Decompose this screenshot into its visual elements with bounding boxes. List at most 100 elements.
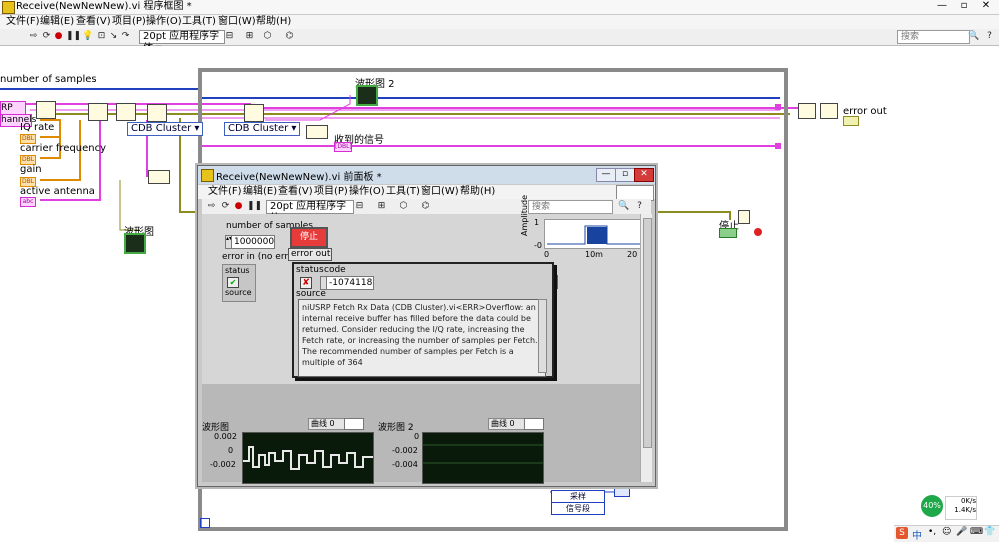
active-antenna-terminal[interactable]: abc xyxy=(20,197,36,207)
simple-error-handler-node[interactable] xyxy=(820,103,838,119)
rp-terminal[interactable]: RP xyxy=(0,101,26,115)
error-out-label-box: error out xyxy=(288,248,332,261)
front-panel-canvas[interactable]: number of samples ▴▾ 1000000 停止 error in… xyxy=(202,195,642,484)
error-in-cluster: status ✔ source xyxy=(222,264,256,302)
stop-terminal[interactable] xyxy=(719,228,737,238)
net-upload: 0K/s xyxy=(960,497,976,505)
wf2-ytick-0: 0 xyxy=(414,432,420,441)
waveform-chart-1-plot xyxy=(242,432,374,484)
amplitude-axis-label: Amplitude xyxy=(520,195,529,236)
fp-maximize-icon[interactable]: ▫ xyxy=(615,168,635,182)
cdb-cluster-2-label: CDB Cluster xyxy=(228,123,289,134)
cdb-cluster-selector-1[interactable]: CDB Cluster ▾ xyxy=(127,122,204,136)
number-of-samples-input[interactable]: 1000000 xyxy=(231,235,275,249)
shift-register-pink[interactable] xyxy=(775,104,781,110)
error-text-scrollbar[interactable] xyxy=(538,299,547,373)
received-signal-terminal[interactable]: [DBL] xyxy=(334,142,352,152)
fp-run-continuous-icon[interactable]: ⟳ xyxy=(220,201,231,212)
fp-search-input[interactable]: 搜索 xyxy=(528,200,613,214)
error-out-code-label: code xyxy=(324,265,346,275)
waveform-chart-1-legend[interactable]: 曲线 0 xyxy=(308,418,348,430)
fp-align-icon[interactable]: ⊟ xyxy=(354,201,365,212)
waveform-chart-2-plot xyxy=(422,432,544,484)
niusrp-configure-node[interactable] xyxy=(88,103,108,121)
error-out-terminal[interactable] xyxy=(843,116,859,126)
niusrp-initiate-node[interactable] xyxy=(116,103,136,121)
mic-icon[interactable]: 🎤 xyxy=(956,527,967,537)
fp-menu-tools[interactable]: 工具(T) xyxy=(386,185,420,199)
error-in-source-label: source xyxy=(225,288,252,297)
fp-menu-project[interactable]: 项目(P) xyxy=(314,185,348,199)
fp-vertical-scrollbar[interactable] xyxy=(640,214,652,482)
fp-menu-view[interactable]: 查看(V) xyxy=(278,185,313,199)
fp-scroll-thumb[interactable] xyxy=(643,218,652,448)
build-waveform-node-1[interactable] xyxy=(148,170,170,184)
loop-condition-icon[interactable] xyxy=(754,228,762,236)
error-message: niUSRP Fetch Rx Data (CDB Cluster).vi<ER… xyxy=(302,303,538,367)
top-chart-ytick-1: 1 xyxy=(534,218,540,227)
fp-distribute-icon[interactable]: ⊞ xyxy=(376,201,387,212)
fp-menu-edit[interactable]: 编辑(E) xyxy=(243,185,277,199)
signal-segment-item[interactable]: 信号段 xyxy=(551,502,605,515)
fp-help-icon[interactable]: ? xyxy=(634,201,645,212)
niusrp-fetch-node[interactable] xyxy=(147,104,167,122)
build-waveform-node-2[interactable] xyxy=(306,125,328,139)
front-panel-menubar: 文件(F) 编辑(E) 查看(V) 项目(P) 操作(O) 工具(T) 窗口(W… xyxy=(198,185,655,201)
label-carrier-frequency: carrier frequency xyxy=(20,143,107,154)
front-panel-window[interactable]: Receive(NewNewNew).vi 前面板 * — ▫ ✕ 文件(F) … xyxy=(197,165,656,487)
waveform-terminal[interactable] xyxy=(124,233,146,254)
network-speed-widget[interactable]: 0K/s 1.4K/s xyxy=(945,496,977,520)
or-node[interactable] xyxy=(738,210,750,224)
ime-mode-label[interactable]: 中 xyxy=(912,527,922,542)
error-in-status-label: status xyxy=(225,266,250,275)
fp-close-icon[interactable]: ✕ xyxy=(634,168,654,182)
error-x-icon[interactable]: ✘ xyxy=(300,277,312,289)
keyboard-icon[interactable]: ⌨ xyxy=(970,527,983,537)
niusrp-fetch-node-2[interactable] xyxy=(244,104,264,122)
cdb-cluster-1-label: CDB Cluster xyxy=(131,123,192,134)
skin-icon[interactable]: 👕 xyxy=(984,527,995,537)
niusrp-open-node[interactable] xyxy=(36,101,56,119)
punctuation-icon[interactable]: •, xyxy=(928,527,936,537)
top-chart-xtick-0: 0 xyxy=(544,250,550,259)
waveform-chart-2-grid xyxy=(423,444,543,464)
fp-font-select[interactable]: 20pt 应用程序字体 ▾ xyxy=(266,200,354,224)
sogou-ime-icon[interactable]: S xyxy=(896,527,908,539)
waveform-2-terminal[interactable] xyxy=(356,85,378,106)
label-active-antenna: active antenna xyxy=(20,186,95,197)
fp-menu-operate[interactable]: 操作(O) xyxy=(349,185,385,199)
emoji-icon[interactable]: ☺ xyxy=(942,527,951,537)
error-out-source-text[interactable]: niUSRP Fetch Rx Data (CDB Cluster).vi<ER… xyxy=(298,299,546,377)
fp-run-arrow-icon[interactable]: ⇨ xyxy=(206,201,217,212)
fp-resize-icon[interactable]: ⬡ xyxy=(398,201,409,212)
stop-button[interactable]: 停止 xyxy=(290,227,328,248)
fp-reorder-icon[interactable]: ⌬ xyxy=(420,201,431,212)
net-download: 1.4K/s xyxy=(954,506,976,514)
niusrp-close-node[interactable] xyxy=(798,103,816,119)
plot-style-icon[interactable] xyxy=(344,418,364,430)
fp-menu-file[interactable]: 文件(F) xyxy=(208,185,242,199)
fp-menu-window[interactable]: 窗口(W) xyxy=(421,185,459,199)
cpu-usage-indicator[interactable]: 40% xyxy=(921,495,943,517)
loop-iteration-icon xyxy=(200,518,210,528)
cdb-cluster-selector-2[interactable]: CDB Cluster ▾ xyxy=(224,122,301,136)
front-panel-titlebar: Receive(NewNewNew).vi 前面板 * — ▫ ✕ xyxy=(198,166,655,184)
fp-minimize-icon[interactable]: — xyxy=(596,168,616,182)
error-out-cluster: status code ✘ -107411864 source niUSRP F… xyxy=(292,262,554,378)
waveform-chart-2-legend[interactable]: 曲线 0 xyxy=(488,418,528,430)
waveform-chart-1-trace xyxy=(243,446,373,470)
error-out-source-label: source xyxy=(296,289,326,299)
shift-register-pink-2[interactable] xyxy=(775,143,781,149)
fp-search-icon[interactable]: 🔍 xyxy=(618,201,629,212)
fp-pause-icon[interactable]: ❚❚ xyxy=(247,201,262,212)
fp-menu-help[interactable]: 帮助(H) xyxy=(460,185,495,199)
error-out-code-value[interactable]: -107411864 xyxy=(326,276,374,290)
cluster-terminal[interactable] xyxy=(614,487,630,497)
waveform-chart-2-title: 波形图 2 xyxy=(378,423,414,433)
label-gain: gain xyxy=(20,164,42,175)
label-iq-rate: IQ rate xyxy=(20,122,55,133)
check-icon[interactable]: ✔ xyxy=(227,277,239,288)
plot-style-icon-2[interactable] xyxy=(524,418,544,430)
wf1-ytick-1: 0 xyxy=(228,446,234,455)
fp-abort-icon[interactable]: ● xyxy=(233,201,244,212)
